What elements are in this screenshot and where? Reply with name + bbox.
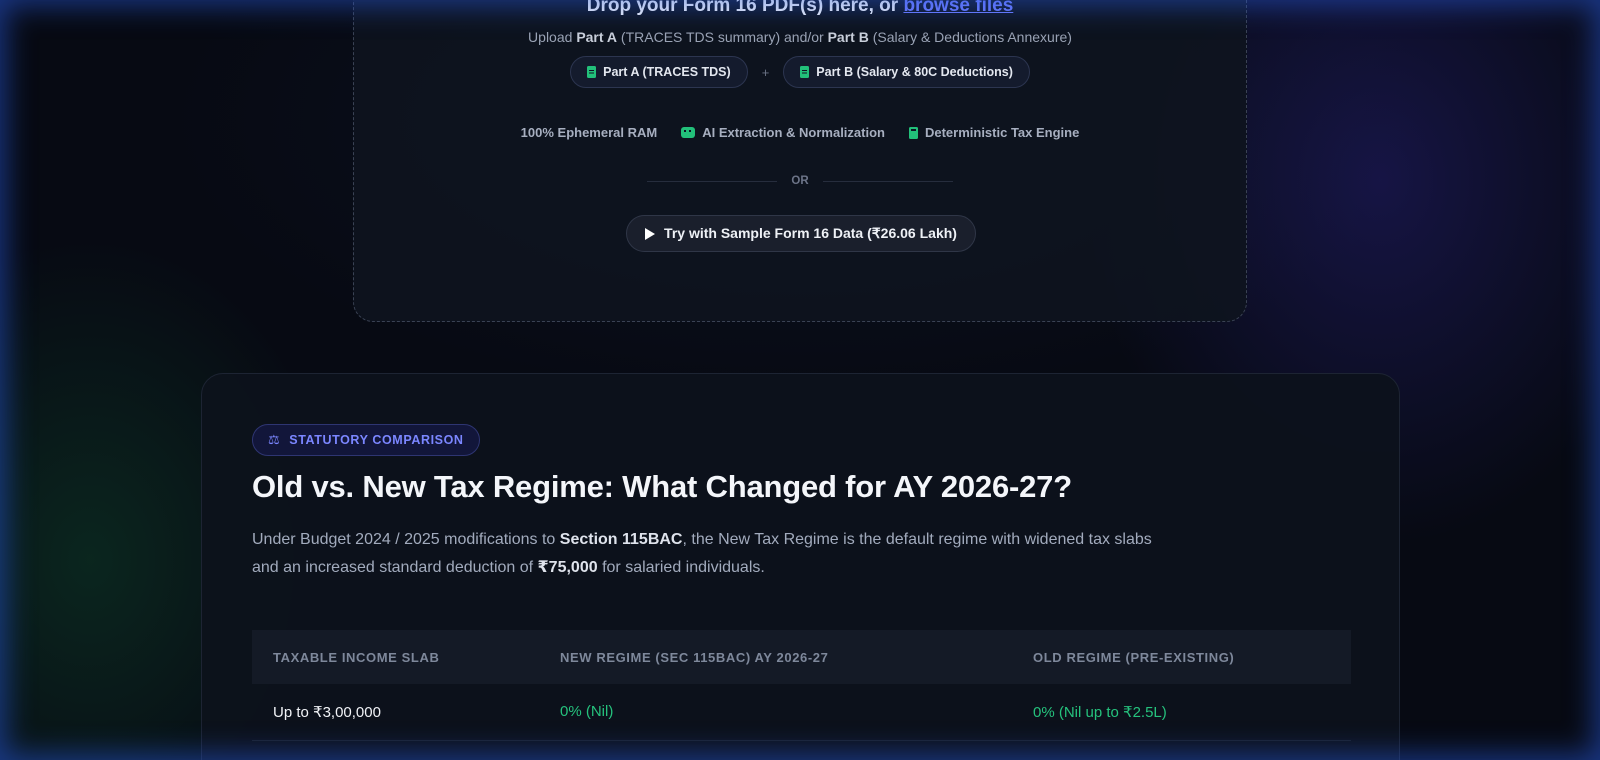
- calculator-icon: [908, 126, 918, 139]
- statutory-comparison-badge: ⚖ STATUTORY COMPARISON: [252, 424, 480, 456]
- desc-amount: ₹75,000: [537, 559, 598, 576]
- new-regime-cell: 0% (Nil): [539, 684, 1012, 741]
- part-b-label: Part B (Salary & 80C Deductions): [816, 65, 1013, 79]
- part-a-pill: Part A (TRACES TDS): [570, 56, 748, 88]
- subtitle-part-b: Part B: [827, 29, 869, 45]
- feature-label: 100% Ephemeral RAM: [520, 125, 658, 140]
- upload-parts: Part A (TRACES TDS) + Part B (Salary & 8…: [354, 56, 1246, 88]
- subtitle-end: (Salary & Deductions Annexure): [868, 29, 1072, 45]
- part-b-pill: Part B (Salary & 80C Deductions): [783, 56, 1030, 88]
- scale-icon: ⚖: [268, 432, 281, 447]
- dropzone-title: Drop your Form 16 PDF(s) here, or browse…: [354, 0, 1246, 17]
- feature-list: 100% Ephemeral RAM AI Extraction & Norma…: [354, 125, 1246, 140]
- subtitle-part-a: Part A: [576, 29, 618, 45]
- feature-label: AI Extraction & Normalization: [702, 125, 885, 140]
- table-row: Up to ₹3,00,000 0% (Nil) 0% (Nil up to ₹…: [252, 684, 1351, 741]
- try-sample-label: Try with Sample Form 16 Data (₹26.06 Lak…: [664, 225, 957, 241]
- table-header-row: TAXABLE INCOME SLAB NEW REGIME (SEC 115B…: [252, 630, 1351, 684]
- divider-line: [647, 180, 778, 182]
- column-header-old-regime: OLD REGIME (PRE-EXISTING): [1012, 630, 1351, 684]
- play-icon: [645, 227, 656, 240]
- column-header-new-regime: NEW REGIME (SEC 115BAC) AY 2026-27: [539, 630, 1012, 684]
- feature-label: Deterministic Tax Engine: [924, 125, 1080, 140]
- desc-section: Section 115BAC: [559, 531, 683, 548]
- part-a-label: Part A (TRACES TDS): [603, 65, 731, 79]
- feature-ephemeral-ram: 100% Ephemeral RAM: [521, 125, 658, 140]
- subtitle-upload: Upload: [528, 29, 577, 45]
- robot-icon: [681, 127, 696, 138]
- try-sample-button[interactable]: Try with Sample Form 16 Data (₹26.06 Lak…: [626, 215, 976, 252]
- badge-label: STATUTORY COMPARISON: [289, 433, 464, 447]
- desc-part: for salaried individuals.: [597, 559, 765, 576]
- feature-ai-extraction: AI Extraction & Normalization: [681, 125, 885, 140]
- upload-dropzone[interactable]: Drop your Form 16 PDF(s) here, or browse…: [353, 0, 1247, 322]
- desc-part: Under Budget 2024 / 2025 modifications t…: [252, 531, 560, 548]
- dropzone-subtitle: Upload Part A (TRACES TDS summary) and/o…: [354, 29, 1246, 45]
- browse-files-link[interactable]: browse files: [903, 0, 1013, 16]
- document-icon: [587, 66, 597, 78]
- document-icon: [800, 66, 810, 78]
- slab-cell: Up to ₹3,00,000: [252, 684, 539, 741]
- feature-tax-engine: Deterministic Tax Engine: [908, 125, 1080, 140]
- subtitle-mid: (TRACES TDS summary) and/or: [617, 29, 828, 45]
- dropzone-title-text: Drop your Form 16 PDF(s) here, or: [586, 0, 904, 16]
- comparison-description: Under Budget 2024 / 2025 modifications t…: [252, 526, 1172, 582]
- or-divider: OR: [354, 175, 1246, 187]
- comparison-title: Old vs. New Tax Regime: What Changed for…: [252, 469, 1072, 504]
- column-header-slab: TAXABLE INCOME SLAB: [252, 630, 539, 684]
- plus-sign: +: [761, 64, 770, 80]
- or-label: OR: [791, 175, 809, 187]
- regime-comparison-card: ⚖ STATUTORY COMPARISON Old vs. New Tax R…: [201, 373, 1400, 760]
- divider-line: [822, 180, 953, 182]
- old-regime-cell: 0% (Nil up to ₹2.5L): [1012, 684, 1351, 741]
- tax-slab-table: TAXABLE INCOME SLAB NEW REGIME (SEC 115B…: [252, 630, 1351, 741]
